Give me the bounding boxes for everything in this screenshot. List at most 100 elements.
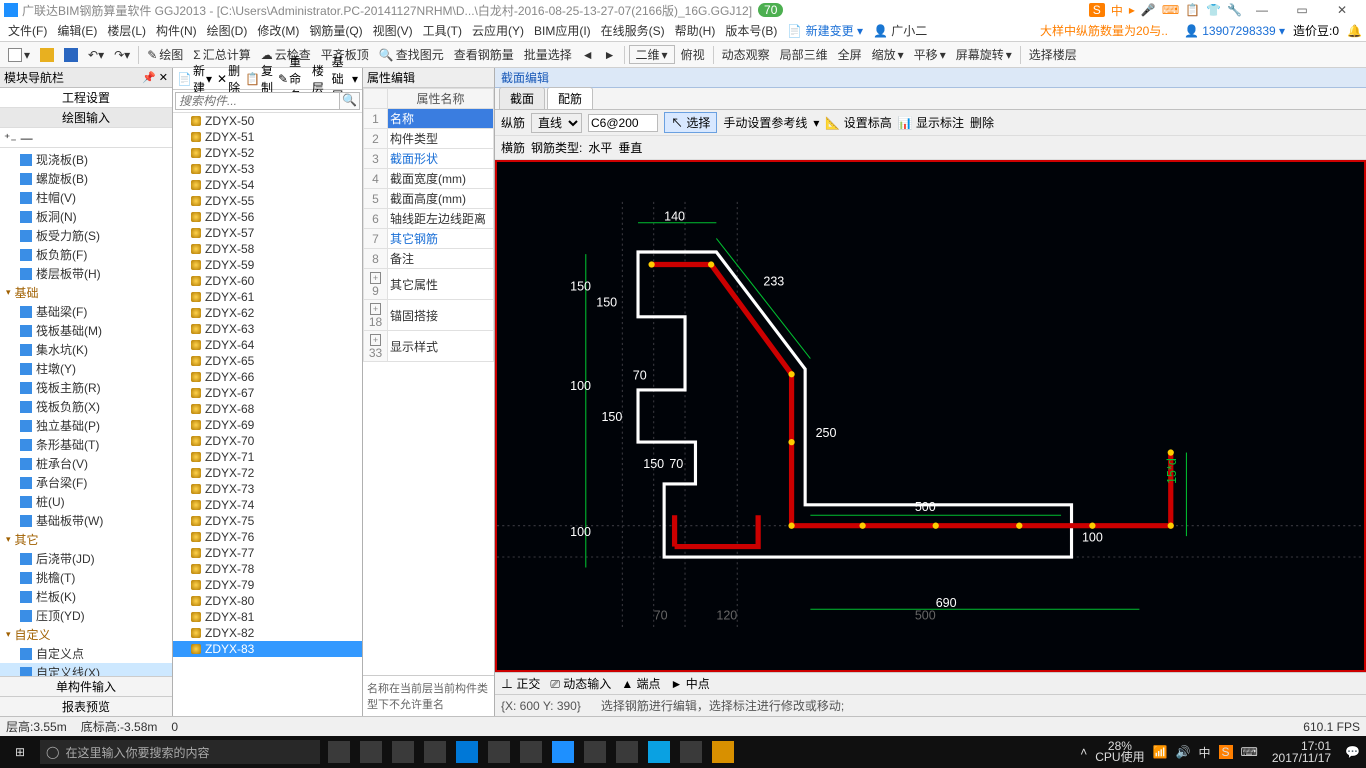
tree-item[interactable]: 条形基础(T) xyxy=(0,435,172,454)
task-icon[interactable] xyxy=(488,741,510,763)
ortho-button[interactable]: ⊥ 正交 xyxy=(501,675,540,692)
component-item[interactable]: ZDYX-68 xyxy=(173,401,362,417)
component-item[interactable]: ZDYX-61 xyxy=(173,289,362,305)
task-icon[interactable] xyxy=(616,741,638,763)
tab-rebar[interactable]: 配筋 xyxy=(547,87,593,109)
property-row[interactable]: 4截面宽度(mm) xyxy=(364,169,494,189)
property-row[interactable]: 6轴线距左边线距离 xyxy=(364,209,494,229)
new-change-button[interactable]: 📄 新建变更 ▾ xyxy=(783,22,867,39)
task-icon[interactable] xyxy=(680,741,702,763)
tray-up-icon[interactable]: ˄ xyxy=(1080,745,1087,759)
taskbar[interactable]: ⊞ ◯ 在这里输入你要搜索的内容 ˄ 28%CPU使用 📶 🔊 中 S ⌨ 17… xyxy=(0,736,1366,768)
draw-button[interactable]: ✎ 绘图 xyxy=(143,46,187,63)
tab-section[interactable]: 截面 xyxy=(499,87,545,109)
search-button[interactable]: 🔍 xyxy=(340,92,360,110)
rot-button[interactable]: 屏幕旋转 ▾ xyxy=(952,46,1016,63)
manual-ref-button[interactable]: 手动设置参考线 xyxy=(723,114,807,131)
task-icon[interactable] xyxy=(648,741,670,763)
tree-item[interactable]: 板受力筋(S) xyxy=(0,226,172,245)
tree-item[interactable]: 栏板(K) xyxy=(0,587,172,606)
search-input[interactable] xyxy=(175,92,340,110)
steel-button[interactable]: 查看钢筋量 xyxy=(450,46,518,63)
menu-online[interactable]: 在线服务(S) xyxy=(597,22,669,39)
tree-item[interactable]: 筏板主筋(R) xyxy=(0,378,172,397)
menu-modify[interactable]: 修改(M) xyxy=(253,22,303,39)
ime-bar[interactable]: S 中 ▸ 🎤 ⌨ 📋 👕 🔧 xyxy=(1089,2,1242,19)
tree-item[interactable]: 基础梁(F) xyxy=(0,302,172,321)
nav-back-button[interactable]: ◄ xyxy=(578,48,598,62)
tree-category[interactable]: 基础 xyxy=(0,283,172,302)
component-item[interactable]: ZDYX-75 xyxy=(173,513,362,529)
undo-button[interactable]: ↶▾ xyxy=(84,48,108,62)
tree-item[interactable]: 后浇带(JD) xyxy=(0,549,172,568)
midpoint-button[interactable]: ► 中点 xyxy=(671,675,710,692)
tree-item[interactable]: 螺旋板(B) xyxy=(0,169,172,188)
tray-notif-icon[interactable]: 💬 xyxy=(1345,745,1360,759)
floor-button[interactable]: 选择楼层 xyxy=(1025,46,1081,63)
task-icon[interactable] xyxy=(552,741,574,763)
task-icon[interactable] xyxy=(360,741,382,763)
section-drawing[interactable]: 绘图输入 xyxy=(0,108,172,128)
open-button[interactable] xyxy=(36,48,58,62)
menu-draw[interactable]: 绘图(D) xyxy=(203,22,252,39)
tree-item[interactable]: 现浇板(B) xyxy=(0,150,172,169)
menu-bim[interactable]: BIM应用(I) xyxy=(530,22,595,39)
property-row[interactable]: + 18锚固搭接 xyxy=(364,300,494,331)
menu-file[interactable]: 文件(F) xyxy=(4,22,51,39)
menu-version[interactable]: 版本号(B) xyxy=(721,22,781,39)
bell-icon[interactable]: 🔔 xyxy=(1347,24,1362,38)
component-item[interactable]: ZDYX-54 xyxy=(173,177,362,193)
component-item[interactable]: ZDYX-50 xyxy=(173,113,362,129)
user-label[interactable]: 👤 广小二 xyxy=(869,22,931,39)
component-item[interactable]: ZDYX-59 xyxy=(173,257,362,273)
component-item[interactable]: ZDYX-52 xyxy=(173,145,362,161)
start-button[interactable]: ⊞ xyxy=(0,745,40,759)
select-tool-button[interactable]: ↖ 选择 xyxy=(664,112,717,133)
nav-fwd-button[interactable]: ► xyxy=(600,48,620,62)
tree-item[interactable]: 挑檐(T) xyxy=(0,568,172,587)
component-item[interactable]: ZDYX-80 xyxy=(173,593,362,609)
menu-view[interactable]: 视图(V) xyxy=(369,22,417,39)
menu-edit[interactable]: 编辑(E) xyxy=(53,22,101,39)
bird-button[interactable]: 俯视 xyxy=(677,46,709,63)
component-item[interactable]: ZDYX-73 xyxy=(173,481,362,497)
tree-item[interactable]: 桩承台(V) xyxy=(0,454,172,473)
tree-item[interactable]: 柱墩(Y) xyxy=(0,359,172,378)
component-item[interactable]: ZDYX-55 xyxy=(173,193,362,209)
coin-label[interactable]: 造价豆:0 xyxy=(1293,22,1339,39)
full-button[interactable]: 全屏 xyxy=(834,46,866,63)
show-mark-button[interactable]: 📊 显示标注 xyxy=(898,114,964,131)
max-button[interactable]: ▭ xyxy=(1282,3,1322,17)
phone-label[interactable]: 👤 13907298339 ▾ xyxy=(1184,24,1285,38)
component-item[interactable]: ZDYX-60 xyxy=(173,273,362,289)
component-item[interactable]: ZDYX-71 xyxy=(173,449,362,465)
new-file-button[interactable]: ▾ xyxy=(4,48,34,62)
tree-item[interactable]: 独立基础(P) xyxy=(0,416,172,435)
report-preview-button[interactable]: 报表预览 xyxy=(0,696,172,716)
component-item[interactable]: ZDYX-74 xyxy=(173,497,362,513)
menu-component[interactable]: 构件(N) xyxy=(152,22,201,39)
property-row[interactable]: 8备注 xyxy=(364,249,494,269)
collapse-icon[interactable]: — xyxy=(21,131,33,145)
drawing-canvas[interactable]: 140 233 150 150 100 70 150 150 70 100 25… xyxy=(495,160,1366,672)
task-icon[interactable] xyxy=(392,741,414,763)
single-input-button[interactable]: 单构件输入 xyxy=(0,676,172,696)
tree-item[interactable]: 筏板基础(M) xyxy=(0,321,172,340)
component-item[interactable]: ZDYX-58 xyxy=(173,241,362,257)
save-button[interactable] xyxy=(60,48,82,62)
component-list[interactable]: ZDYX-50ZDYX-51ZDYX-52ZDYX-53ZDYX-54ZDYX-… xyxy=(173,113,362,716)
property-row[interactable]: 1名称 xyxy=(364,109,494,129)
vert-button[interactable]: 垂直 xyxy=(618,139,642,156)
dyn-button[interactable]: 动态观察 xyxy=(718,46,774,63)
component-item[interactable]: ZDYX-81 xyxy=(173,609,362,625)
taskbar-search[interactable]: ◯ 在这里输入你要搜索的内容 xyxy=(40,740,320,764)
component-item[interactable]: ZDYX-57 xyxy=(173,225,362,241)
tree-item[interactable]: 板负筋(F) xyxy=(0,245,172,264)
property-row[interactable]: 3截面形状 xyxy=(364,149,494,169)
tray-keyboard-icon[interactable]: ⌨ xyxy=(1241,745,1258,759)
pin-icon[interactable]: 📌 ✕ xyxy=(142,71,168,84)
task-icon[interactable] xyxy=(584,741,606,763)
nav-tree[interactable]: 现浇板(B)螺旋板(B)柱帽(V)板洞(N)板受力筋(S)板负筋(F)楼层板带(… xyxy=(0,148,172,676)
tree-item[interactable]: 承台梁(F) xyxy=(0,473,172,492)
close-button[interactable]: ✕ xyxy=(1322,3,1362,17)
